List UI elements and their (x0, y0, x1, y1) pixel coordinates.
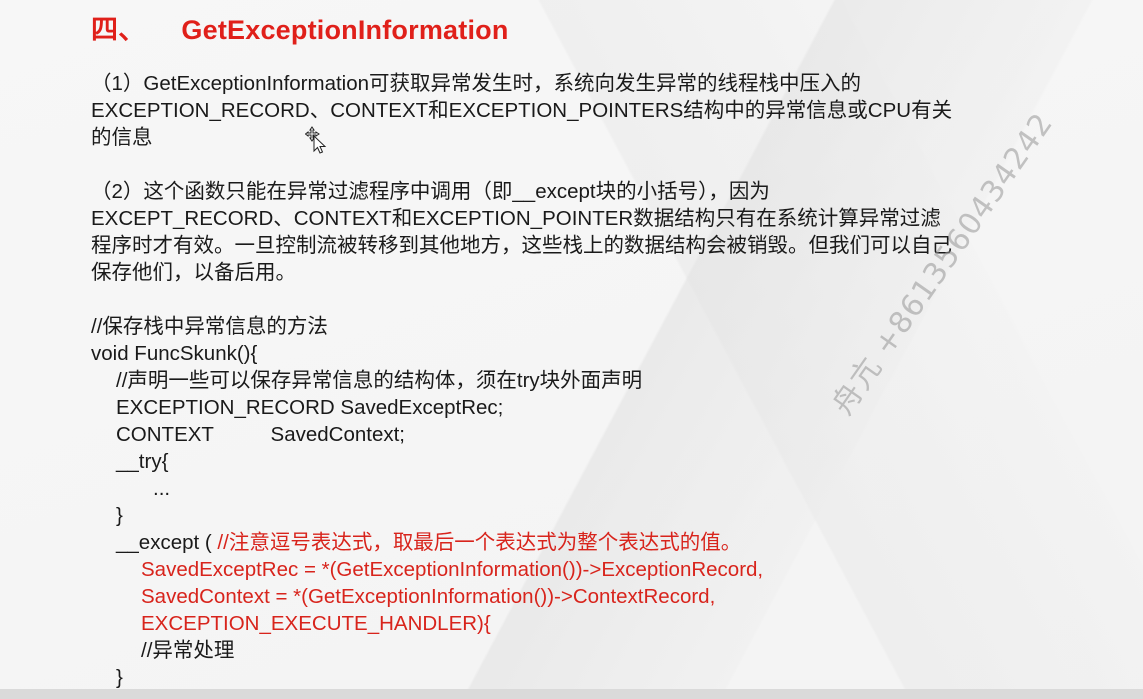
code-block: //保存栈中异常信息的方法 void FuncSkunk(){ //声明一些可以… (91, 313, 763, 691)
code-assign-record: SavedExceptRec = *(GetExceptionInformati… (141, 558, 764, 581)
code-except-line: __except ( //注意逗号表达式，取最后一个表达式为整个表达式的值。 (91, 529, 763, 556)
title-number: 四、 (91, 15, 146, 46)
slide-title: 四、 GetExceptionInformation (91, 8, 509, 47)
code-comment-declare: //声明一些可以保存异常信息的结构体，须在try块外面声明 (116, 369, 643, 392)
code-ellipsis: ... (153, 477, 171, 500)
paragraph-1-line-3: 的信息 (91, 126, 153, 149)
paragraph-2-line-2: EXCEPT_RECORD、CONTEXT和EXCEPTION_POINTER数… (91, 207, 941, 230)
code-function-signature: void FuncSkunk(){ (91, 342, 258, 365)
bottom-bar (0, 689, 1143, 699)
code-try-open: __try{ (116, 450, 169, 473)
code-handle-comment: //异常处理 (141, 639, 235, 662)
code-comment-title: //保存栈中异常信息的方法 (91, 315, 328, 338)
paragraph-2-line-1: （2）这个函数只能在异常过滤程序中调用（即__except块的小括号），因为 (91, 180, 770, 203)
paragraph-1-line-2: EXCEPTION_RECORD、CONTEXT和EXCEPTION_POINT… (91, 99, 953, 122)
code-assign-context: SavedContext = *(GetExceptionInformation… (141, 585, 716, 608)
paragraph-1-line-1: （1）GetExceptionInformation可获取异常发生时，系统向发生… (91, 72, 862, 95)
code-try-close: } (116, 504, 123, 527)
code-except-comment: //注意逗号表达式，取最后一个表达式为整个表达式的值。 (217, 531, 742, 554)
code-block-close: } (116, 666, 123, 689)
move-cursor-icon (305, 126, 327, 154)
slide-canvas: 四、 GetExceptionInformation （1）GetExceptio… (0, 0, 1143, 699)
title-text: GetExceptionInformation (181, 15, 509, 45)
code-decl-record: EXCEPTION_RECORD SavedExceptRec; (116, 396, 504, 419)
code-handler: EXCEPTION_EXECUTE_HANDLER){ (141, 612, 491, 635)
code-decl-context: CONTEXT SavedContext; (116, 423, 406, 446)
paragraph-2-line-3: 程序时才有效。一旦控制流被转移到其他地方，这些栈上的数据结构会被销毁。但我们可以… (91, 234, 952, 257)
code-except-keyword: __except ( (116, 531, 218, 554)
paragraph-1: （1）GetExceptionInformation可获取异常发生时，系统向发生… (91, 70, 1051, 151)
